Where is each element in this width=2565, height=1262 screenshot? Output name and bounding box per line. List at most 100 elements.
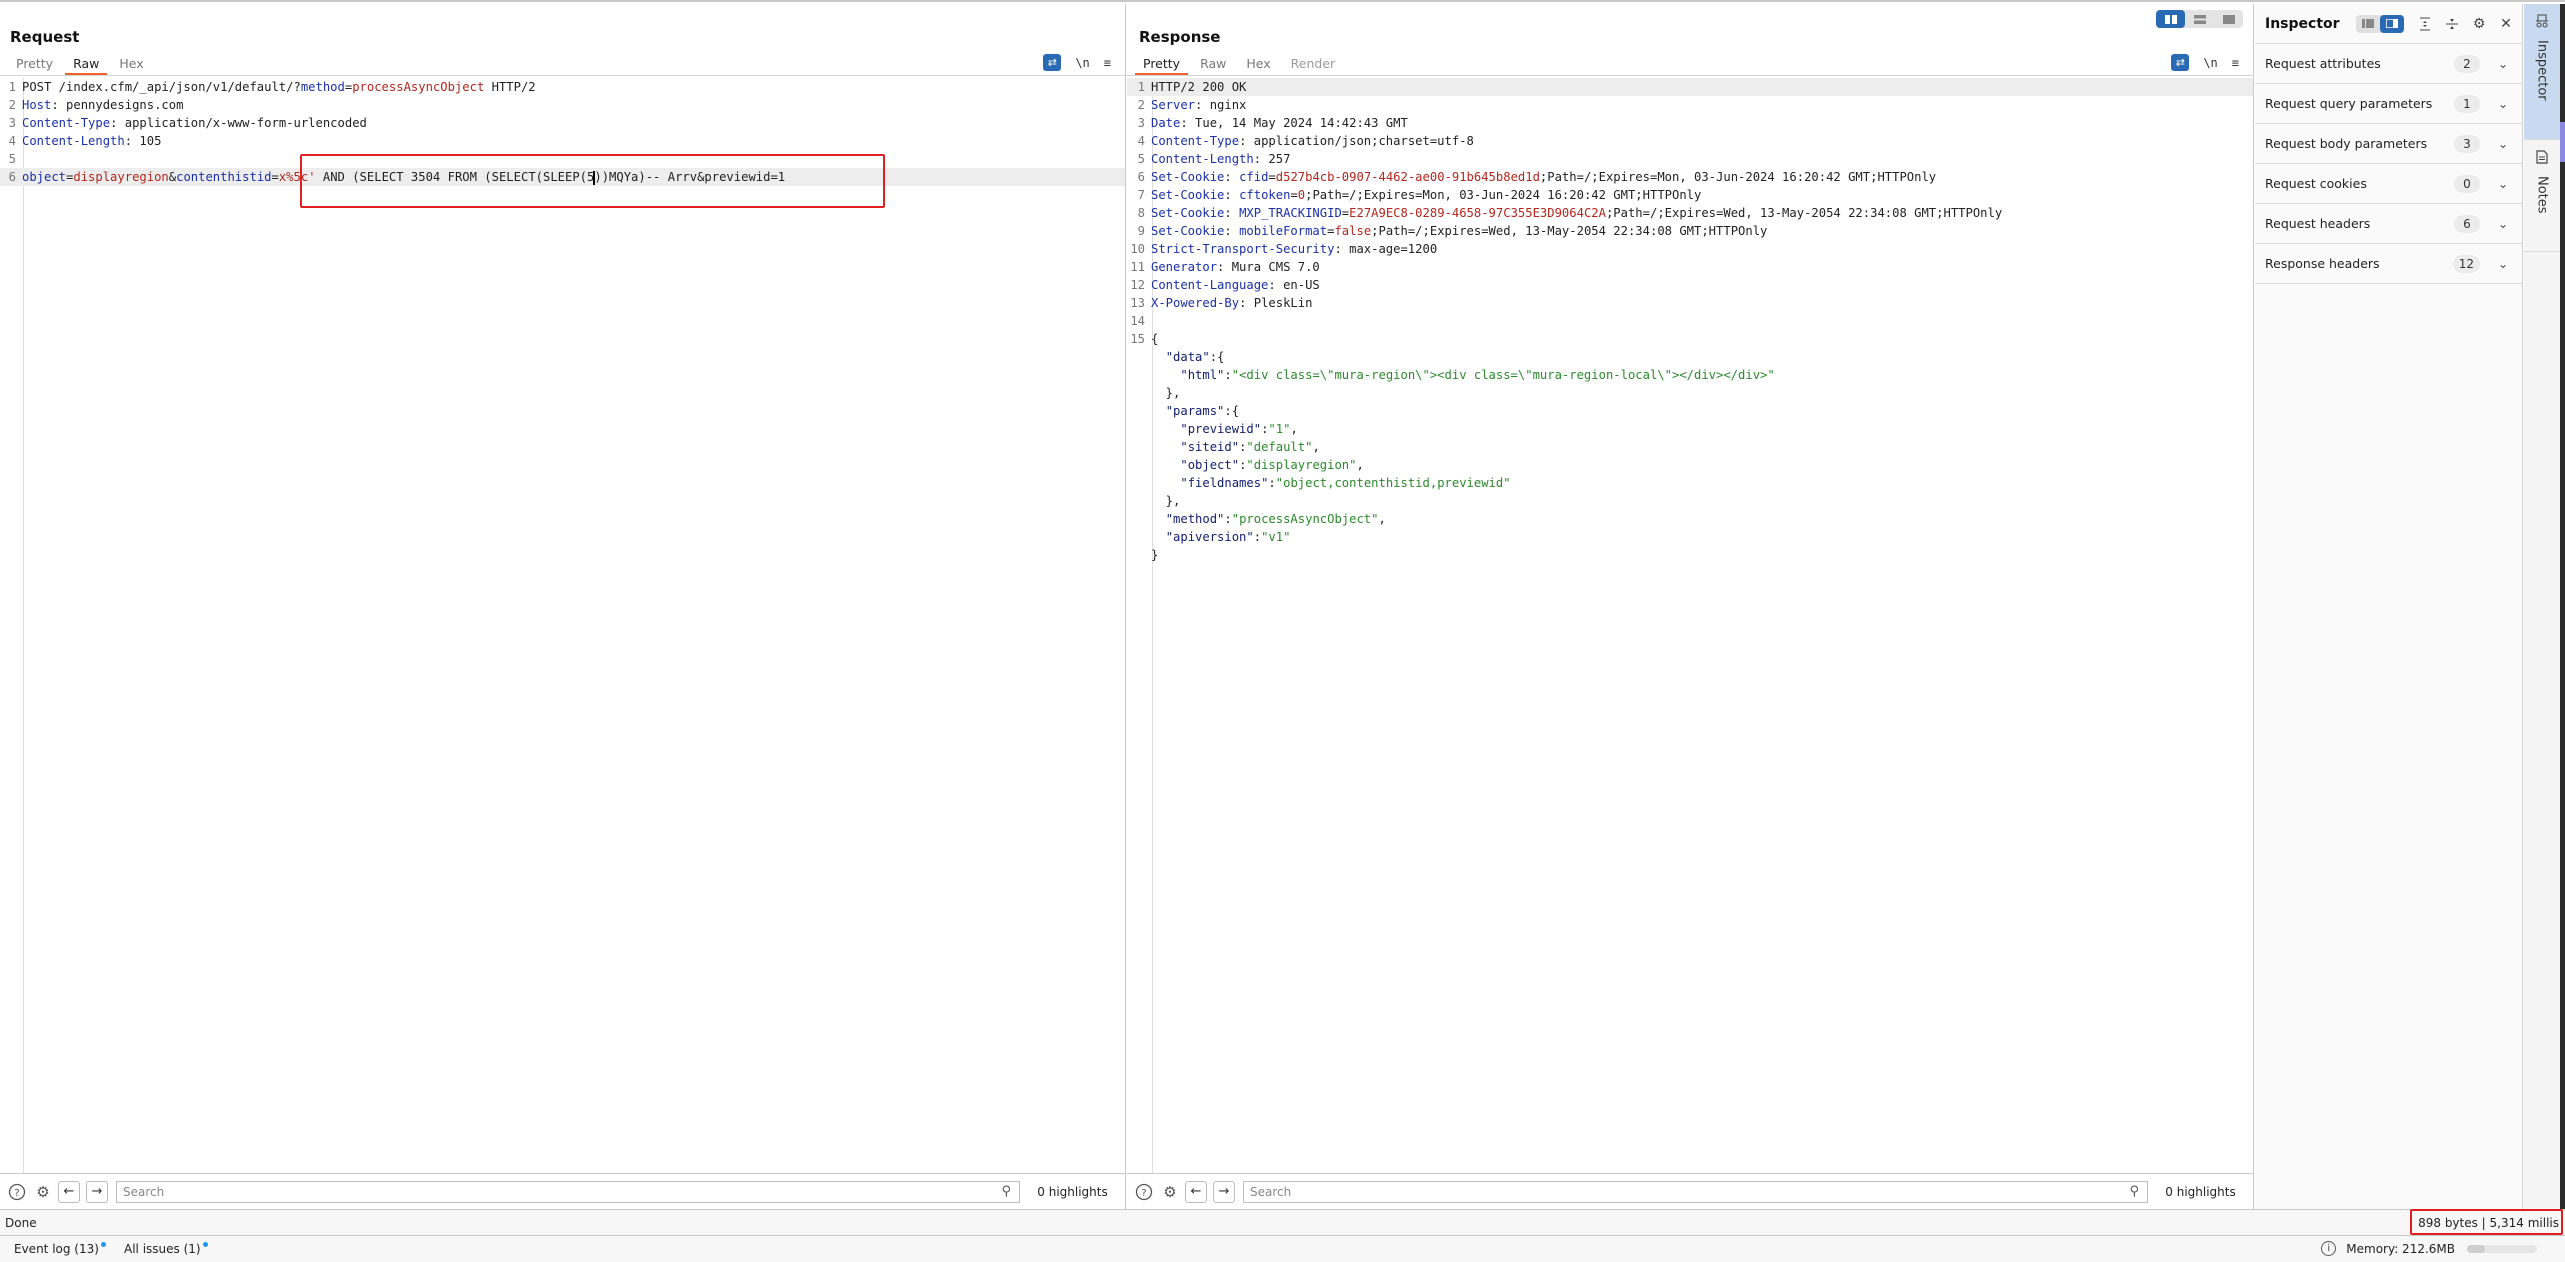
code-line[interactable]: "previewid":"1", [1127, 420, 2253, 438]
side-tab-inspector[interactable]: Inspector [2524, 4, 2560, 140]
request-tab-raw[interactable]: Raw [63, 54, 109, 75]
code-line[interactable]: 2 Host: pennydesigns.com [0, 96, 1125, 114]
previous-arrow-icon[interactable]: ← [1185, 1180, 1207, 1203]
code-line[interactable]: 15 { [1127, 330, 2253, 348]
line-number: 15 [1130, 332, 1145, 346]
code-line[interactable]: 6 Set-Cookie: cfid=d527b4cb-0907-4462-ae0… [1127, 168, 2253, 186]
code-line[interactable]: 12 Content-Language: en-US [1127, 276, 2253, 294]
code-line[interactable]: 6 object=displayregion&contenthistid=x%5c… [0, 168, 1125, 186]
chevron-down-icon[interactable]: ⌄ [2496, 137, 2510, 151]
inspector-layout-right-icon[interactable] [2380, 14, 2405, 33]
chevron-down-icon[interactable]: ⌄ [2496, 177, 2510, 191]
request-search-input[interactable] [123, 1184, 930, 1199]
code-line[interactable]: }, [1127, 492, 2253, 510]
close-icon[interactable]: ✕ [2495, 13, 2517, 35]
layout-stacked-icon[interactable] [2185, 10, 2214, 28]
code-token: : [1268, 476, 1276, 490]
help-icon[interactable]: ? [1133, 1181, 1155, 1203]
help-icon[interactable]: ? [6, 1181, 28, 1203]
code-line[interactable]: 9 Set-Cookie: mobileFormat=false;Path=/;E… [1127, 222, 2253, 240]
settings-gear-icon[interactable]: ⚙ [1159, 1181, 1181, 1203]
newline-toggle[interactable]: \n [1075, 56, 1089, 70]
newline-toggle[interactable]: \n [2203, 56, 2217, 70]
code-line[interactable]: "html":"<div class=\"mura-region\"><div … [1127, 366, 2253, 384]
inspector-row-response-headers[interactable]: Response headers 12 ⌄ [2255, 244, 2522, 284]
hamburger-menu-icon[interactable]: ≡ [2232, 56, 2239, 70]
request-tab-pretty[interactable]: Pretty [6, 54, 63, 75]
param-value: processAsyncObject [352, 80, 485, 94]
code-line[interactable]: 5 [0, 150, 1125, 168]
code-line[interactable]: 3 Date: Tue, 14 May 2024 14:42:43 GMT [1127, 114, 2253, 132]
code-line[interactable]: 3 Content-Type: application/x-www-form-ur… [0, 114, 1125, 132]
chevron-down-icon[interactable]: ⌄ [2496, 57, 2510, 71]
scrollbar-thumb[interactable] [2560, 122, 2565, 162]
inspector-row-request-body-parameters[interactable]: Request body parameters 3 ⌄ [2255, 124, 2522, 164]
code-line[interactable]: 10 Strict-Transport-Security: max-age=120… [1127, 240, 2253, 258]
code-line[interactable]: 4 Content-Length: 105 [0, 132, 1125, 150]
code-line[interactable]: "siteid":"default", [1127, 438, 2253, 456]
previous-arrow-icon[interactable]: ← [58, 1180, 80, 1203]
response-tab-hex[interactable]: Hex [1236, 54, 1280, 75]
response-search-input[interactable] [1250, 1184, 2058, 1199]
collapse-all-icon[interactable] [2441, 13, 2463, 35]
next-arrow-icon[interactable]: → [1213, 1180, 1235, 1203]
response-editor[interactable]: 1 HTTP/2 200 OK 2 Server: nginx 3 Date: Tue, … [1127, 78, 2253, 1173]
code-text: "fieldnames":"object,contenthistid,previ… [1149, 476, 1510, 490]
side-tab-strip: Inspector Notes [2524, 4, 2560, 1209]
code-line[interactable]: }, [1127, 384, 2253, 402]
code-token: :{ [1209, 350, 1225, 364]
code-line[interactable]: } [1127, 546, 2253, 564]
request-search-field[interactable]: ⚲ [116, 1180, 1020, 1203]
inspector-row-request-headers[interactable]: Request headers 6 ⌄ [2255, 204, 2522, 244]
code-line[interactable]: 7 Set-Cookie: cftoken=0;Path=/;Expires=Mo… [1127, 186, 2253, 204]
chevron-down-icon[interactable]: ⌄ [2496, 257, 2510, 271]
event-log-link[interactable]: Event log (13) [14, 1242, 106, 1256]
layout-side-by-side-icon[interactable] [2156, 10, 2185, 28]
line-number: 2 [1137, 98, 1145, 112]
settings-gear-icon[interactable]: ⚙ [32, 1181, 54, 1203]
code-line[interactable]: "method":"processAsyncObject", [1127, 510, 2253, 528]
side-tab-notes[interactable]: Notes [2524, 140, 2560, 252]
next-arrow-icon[interactable]: → [86, 1180, 108, 1203]
code-line[interactable]: "fieldnames":"object,contenthistid,previ… [1127, 474, 2253, 492]
code-line[interactable]: 13 X-Powered-By: PleskLin [1127, 294, 2253, 312]
inspector-row-request-query-parameters[interactable]: Request query parameters 1 ⌄ [2255, 84, 2522, 124]
code-line[interactable]: 1 POST /index.cfm/_api/json/v1/default/?m… [0, 78, 1125, 96]
response-search-field[interactable]: ⚲ [1243, 1180, 2148, 1203]
code-line[interactable]: 8 Set-Cookie: MXP_TRACKINGID=E27A9EC8-028… [1127, 204, 2253, 222]
code-line[interactable]: 5 Content-Length: 257 [1127, 150, 2253, 168]
code-line[interactable]: 1 HTTP/2 200 OK [1127, 78, 2253, 96]
code-line[interactable]: "apiversion":"v1" [1127, 528, 2253, 546]
chevron-down-icon[interactable]: ⌄ [2496, 217, 2510, 231]
inspector-row-label: Request query parameters [2265, 96, 2433, 111]
info-icon[interactable]: i [2321, 1241, 2337, 1256]
chevron-down-icon[interactable]: ⌄ [2496, 97, 2510, 111]
response-tab-raw[interactable]: Raw [1190, 54, 1236, 75]
inspector-layout-left-icon[interactable] [2356, 15, 2380, 33]
window-edge-scrollbar[interactable] [2560, 4, 2565, 1262]
code-line[interactable]: 2 Server: nginx [1127, 96, 2253, 114]
code-line[interactable]: "object":"displayregion", [1127, 456, 2253, 474]
code-line[interactable]: 11 Generator: Mura CMS 7.0 [1127, 258, 2253, 276]
request-tab-hex[interactable]: Hex [109, 54, 153, 75]
settings-gear-icon[interactable]: ⚙ [2468, 13, 2490, 35]
code-line[interactable]: "params":{ [1127, 402, 2253, 420]
inspector-row-request-cookies[interactable]: Request cookies 0 ⌄ [2255, 164, 2522, 204]
word-wrap-icon[interactable]: ⇄ [1043, 54, 1062, 71]
code-text: "previewid":"1", [1149, 422, 1297, 436]
hamburger-menu-icon[interactable]: ≡ [1104, 56, 1111, 70]
expand-all-icon[interactable] [2414, 13, 2436, 35]
response-tab-pretty[interactable]: Pretty [1133, 54, 1190, 75]
code-line[interactable]: 14 [1127, 312, 2253, 330]
word-wrap-icon[interactable]: ⇄ [2171, 54, 2190, 71]
layout-single-icon[interactable] [2214, 10, 2243, 28]
all-issues-link[interactable]: All issues (1) [124, 1242, 208, 1256]
response-tab-render[interactable]: Render [1281, 54, 1346, 75]
json-value: "default" [1246, 440, 1313, 454]
code-line[interactable]: "data":{ [1127, 348, 2253, 366]
inspector-row-label: Request body parameters [2265, 136, 2428, 151]
inspector-row-request-attributes[interactable]: Request attributes 2 ⌄ [2255, 44, 2522, 84]
inspector-row-label: Request headers [2265, 216, 2371, 231]
code-line[interactable]: 4 Content-Type: application/json;charset=… [1127, 132, 2253, 150]
request-editor[interactable]: 1 POST /index.cfm/_api/json/v1/default/?m… [0, 78, 1125, 1173]
